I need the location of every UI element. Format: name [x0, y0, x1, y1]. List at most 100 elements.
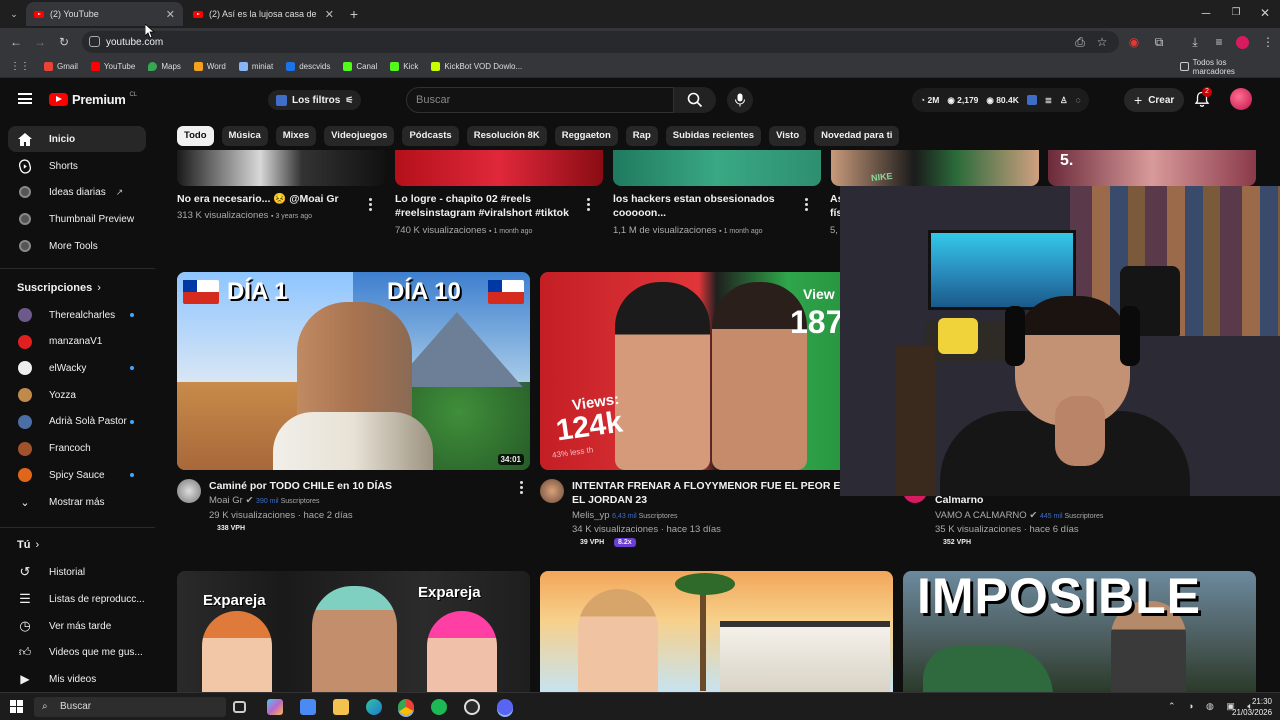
edge-icon[interactable] [366, 699, 382, 715]
bookmark-canal[interactable]: Canal [343, 62, 377, 71]
channel-name[interactable]: VAMO A CALMARNO [935, 510, 1027, 521]
channel-avatar[interactable] [540, 479, 564, 503]
subscription-item[interactable]: manzanaV1 [8, 329, 146, 355]
create-button[interactable]: + Crear [1124, 88, 1185, 112]
bookmark-youtube[interactable]: YouTube [90, 62, 135, 71]
subscription-item[interactable]: Therealcharles [8, 302, 146, 328]
sidebar-item-liked-videos[interactable]: 👍︎ Videos que me gus... [8, 639, 146, 665]
show-more-button[interactable]: ⌄ Mostrar más [8, 489, 146, 515]
bookmark-word[interactable]: Word [193, 62, 226, 71]
sidebar-item-shorts[interactable]: Shorts [8, 153, 146, 179]
subscription-item[interactable]: Adrià Solà Pastor [8, 409, 146, 435]
bookmark-descvids[interactable]: descvids [286, 62, 330, 71]
video-menu-icon[interactable] [520, 481, 524, 494]
sidebar-item-playlists[interactable]: ☰ Listas de reproducc... [8, 586, 146, 612]
profile-icon[interactable] [1234, 34, 1250, 50]
channel-avatar[interactable] [177, 479, 201, 503]
chip-10[interactable]: Novedad para ti [814, 126, 900, 146]
video-menu-icon[interactable] [587, 198, 591, 211]
video-thumbnail[interactable] [177, 150, 385, 186]
video-title[interactable]: No era necesario... 😣 @Moai Gr [177, 192, 367, 206]
sidebar-item-thumbnail-preview[interactable]: Thumbnail Preview [8, 206, 146, 232]
close-window-icon[interactable]: ✕ [1257, 5, 1273, 21]
channel-name[interactable]: Melis_yp [572, 510, 610, 521]
sidebar-item-history[interactable]: ↺ Historial [8, 559, 146, 585]
video-title[interactable]: Lo logre - chapito 02 #reels #reelsinstag… [395, 192, 580, 220]
search-input[interactable]: Buscar [406, 87, 674, 113]
taskbar-search[interactable]: ⌕ Buscar [34, 697, 226, 717]
video-thumbnail[interactable]: DÍA 1 DÍA 10 34:01 [177, 272, 530, 470]
apps-grid-icon[interactable]: ⋮⋮ [10, 61, 30, 72]
subscriptions-heading[interactable]: Suscripciones › [17, 282, 101, 294]
task-view-icon[interactable] [233, 701, 246, 713]
chip-3[interactable]: Videojuegos [324, 126, 395, 146]
sidebar-item-home[interactable]: Inicio [8, 126, 146, 152]
bookmark-maps[interactable]: Maps [148, 62, 181, 71]
download-icon[interactable]: ⤓ [1187, 34, 1203, 50]
subscription-item[interactable]: elWacky [8, 355, 146, 381]
back-icon[interactable]: ← [8, 34, 24, 50]
browser-menu-icon[interactable]: ⋮ [1260, 34, 1276, 50]
install-app-icon[interactable]: ⎙ [1072, 34, 1088, 50]
obs-icon[interactable] [464, 699, 480, 715]
spotify-icon[interactable] [431, 699, 447, 715]
account-avatar[interactable] [1230, 88, 1252, 110]
tab-youtube[interactable]: (2) YouTube ✕ [26, 2, 183, 26]
video-thumbnail[interactable]: Expareja Expareja [177, 571, 530, 692]
subscription-item[interactable]: Yozza [8, 382, 146, 408]
sidebar-item-more-tools[interactable]: More Tools [8, 233, 146, 259]
chrome-icon[interactable] [398, 699, 414, 715]
reload-icon[interactable]: ↻ [56, 34, 72, 50]
bookmark-gmail[interactable]: Gmail [44, 62, 78, 71]
channel-name[interactable]: Moai Gr [209, 495, 243, 506]
sidebar-item-watch-later[interactable]: ◷ Ver más tarde [8, 613, 146, 639]
store-icon[interactable] [300, 699, 316, 715]
you-heading[interactable]: Tú › [17, 539, 39, 551]
tab-search-icon[interactable]: ⌄ [6, 6, 22, 22]
clock[interactable]: 21:30 21/03/2026 [1232, 696, 1272, 718]
chip-1[interactable]: Música [221, 126, 268, 146]
record-extension-icon[interactable]: ◉ [1126, 34, 1142, 50]
chip-4[interactable]: Pódcasts [402, 126, 459, 146]
bookmark-miniat[interactable]: miniat [238, 62, 273, 71]
video-thumbnail[interactable] [395, 150, 603, 186]
chip-0[interactable]: Todo [177, 126, 214, 146]
sidebar-item-ideas[interactable]: Ideas diarias ↗ [8, 179, 146, 205]
chip-7[interactable]: Rap [625, 126, 658, 146]
all-bookmarks[interactable]: Todos los marcadores [1180, 58, 1267, 76]
channel-stats-widget[interactable]: ◔ 2M ◉ 2,179 ◉ 80.4K ≣ ♙ ◌ [912, 88, 1089, 112]
voice-search-button[interactable] [727, 87, 753, 113]
video-title[interactable]: Caminé por TODO CHILE en 10 DÍAS [209, 479, 509, 493]
sidebar-item-my-videos[interactable]: ▶︎ Mis videos [8, 666, 146, 692]
video-title[interactable]: INTENTAR FRENAR A FLOYYMENOR FUE EL PEOR… [572, 479, 840, 507]
bookmark-star-icon[interactable]: ☆ [1094, 34, 1110, 50]
menu-icon[interactable] [18, 93, 32, 104]
close-tab-icon[interactable]: ✕ [325, 8, 334, 21]
video-thumbnail[interactable]: IMPOSIBLE [903, 571, 1256, 692]
bookmark-kick[interactable]: Kick [390, 62, 418, 71]
file-explorer-icon[interactable] [333, 699, 349, 715]
chip-5[interactable]: Resolución 8K [466, 126, 547, 146]
filters-button[interactable]: Los filtros ⚟ [268, 90, 362, 110]
video-title[interactable]: los hackers estan obsesionados cooooon... [613, 192, 798, 220]
site-info-icon[interactable] [89, 36, 100, 47]
minimize-icon[interactable]: ─ [1198, 5, 1214, 21]
tab-bykin[interactable]: (2) Así es la lujosa casa de Bykin ✕ [185, 2, 342, 26]
restore-icon[interactable]: ❐ [1228, 5, 1244, 21]
search-button[interactable] [674, 87, 716, 113]
chip-2[interactable]: Mixes [275, 126, 317, 146]
video-menu-icon[interactable] [805, 198, 809, 211]
discord-icon[interactable] [497, 699, 513, 715]
forward-icon[interactable]: → [32, 34, 48, 50]
chip-9[interactable]: Visto [769, 126, 807, 146]
video-thumbnail[interactable] [540, 571, 893, 692]
video-thumbnail[interactable]: 5. [1048, 150, 1256, 186]
bookmark-kickbot[interactable]: KickBot VOD Dowlo... [431, 62, 522, 71]
media-icon[interactable]: ≡ [1211, 34, 1227, 50]
subscription-item[interactable]: Francoch [8, 436, 146, 462]
chip-8[interactable]: Subidas recientes [665, 126, 762, 146]
copilot-icon[interactable] [267, 699, 283, 715]
video-thumbnail[interactable]: NIKE [831, 150, 1039, 186]
new-tab-button[interactable]: + [346, 6, 362, 22]
extensions-icon[interactable]: ⧉ [1151, 34, 1167, 50]
